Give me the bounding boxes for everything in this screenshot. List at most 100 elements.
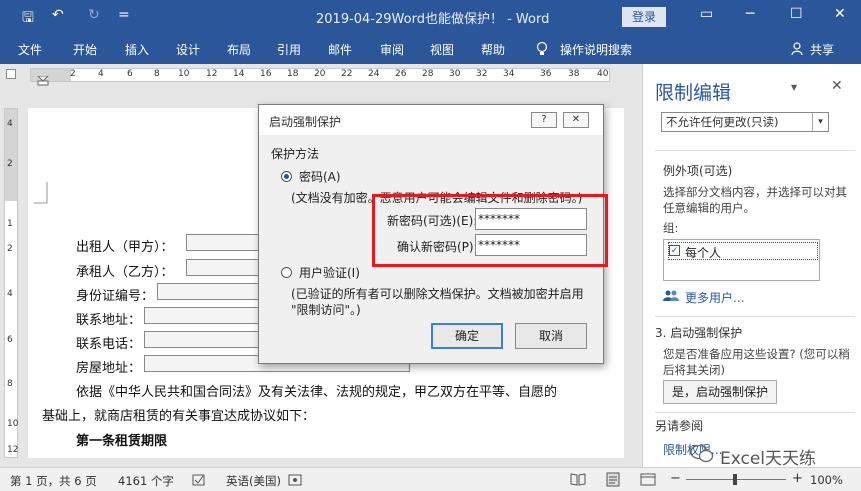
more-users-link[interactable]: 更多用户...	[685, 289, 744, 306]
ruler-tick: 2	[7, 159, 13, 169]
see-also-heading: 另请参阅	[655, 419, 704, 433]
zoom-level[interactable]: 100%	[810, 473, 843, 487]
ruler-tick: 4	[7, 119, 13, 129]
wechat-logo-icon	[690, 444, 714, 463]
page-count[interactable]: 第 1 页，共 6 页	[10, 473, 97, 489]
proofing-icon[interactable]	[192, 474, 206, 486]
ruler-tick: 32	[476, 69, 488, 79]
tab-mailings[interactable]: 邮件	[328, 41, 352, 58]
minimize-icon[interactable]: ─	[746, 6, 754, 22]
tab-file[interactable]: 文件	[18, 41, 42, 58]
undo-icon[interactable]: ↶	[52, 7, 64, 23]
exceptions-text: 选择部分文档内容，并选择可以对其任意编辑的用户。	[663, 185, 847, 215]
tab-layout[interactable]: 布局	[227, 41, 251, 58]
user-auth-option-label[interactable]: 用户验证(I)	[299, 264, 360, 281]
save-icon[interactable]: 🖫	[22, 7, 34, 31]
users-icon	[663, 290, 679, 301]
lessor-label: 出租人（甲方）：	[76, 240, 174, 255]
title-bar: 🖫 ↶ ↻ = 2019-04-29Word也能做保护！ - Word 登录 ▭…	[0, 0, 861, 34]
ruler-tick: 18	[287, 69, 299, 79]
share-button[interactable]: 共享	[810, 41, 834, 58]
lessor-field[interactable]	[186, 234, 266, 251]
vertical-ruler: 4 2 1 2 4 6 8 10 12	[4, 108, 18, 458]
zoom-slider-thumb[interactable]	[733, 474, 737, 485]
tab-review[interactable]: 审阅	[380, 41, 404, 58]
start-enforcing-button[interactable]: 是，启动强制保护	[663, 380, 777, 404]
ruler-tick: 8	[154, 69, 160, 79]
login-button[interactable]: 登录	[622, 7, 666, 27]
ruler-tick: 40	[597, 69, 609, 79]
zoom-in-button[interactable]: +	[792, 471, 803, 486]
house-address-label: 房屋地址：	[76, 361, 142, 376]
ok-button[interactable]: 确定	[431, 323, 503, 349]
redo-icon[interactable]: ↻	[88, 7, 100, 23]
zoom-out-button[interactable]: −	[670, 471, 681, 486]
horizontal-ruler: 2 4 6 8 10 12 14 16 18 20 22 24 26 28 30…	[0, 64, 642, 86]
share-person-icon	[791, 42, 803, 56]
print-layout-icon[interactable]	[605, 472, 621, 487]
id-number-label: 身份证编号：	[76, 289, 155, 304]
language-indicator[interactable]: 英语(美国)	[226, 473, 281, 489]
dialog-close-icon[interactable]: ✕	[563, 112, 589, 128]
window-title: 2019-04-29Word也能做保护！ - Word	[316, 12, 550, 27]
ruler-tick: 26	[395, 69, 407, 79]
web-layout-icon[interactable]	[640, 473, 656, 486]
ruler-tick: 10	[7, 419, 19, 429]
watermark-text: Excel天天练	[720, 449, 817, 469]
tab-selector[interactable]	[6, 69, 16, 79]
crop-mark-icon	[34, 182, 48, 204]
pane-options-icon[interactable]: ▾	[791, 80, 797, 94]
ruler-tick: 14	[233, 69, 245, 79]
tab-design[interactable]: 设计	[176, 41, 200, 58]
dialog-title: 启动强制保护	[269, 115, 342, 129]
ruler-tick: 1	[7, 219, 13, 229]
phone-label: 联系电话：	[76, 337, 142, 352]
tab-help[interactable]: 帮助	[481, 41, 505, 58]
ruler-tick: 20	[314, 69, 326, 79]
ribbon-options-icon[interactable]: ▭	[700, 6, 713, 22]
address-label: 联系地址：	[76, 313, 142, 328]
ruler-tick: 38	[568, 69, 580, 79]
customize-toolbar-icon[interactable]: =	[118, 7, 130, 23]
tab-home[interactable]: 开始	[73, 41, 97, 58]
lessee-label: 承租人（乙方）：	[76, 265, 174, 280]
cancel-button[interactable]: 取消	[515, 323, 587, 349]
tell-me-search[interactable]: 操作说明搜索	[560, 41, 632, 58]
protection-method-heading: 保护方法	[271, 147, 320, 161]
address-field[interactable]	[144, 307, 262, 324]
body-paragraph: 依据《中华人民共和国合同法》及有关法律、法规的规定，甲乙双方在平等、自愿的	[76, 385, 558, 400]
indent-marker-icon[interactable]	[37, 76, 49, 86]
select-value: 不允许任何更改(只读)	[666, 115, 779, 129]
editing-restriction-select[interactable]: 不允许任何更改(只读) ▾	[661, 112, 829, 132]
lessee-field[interactable]	[186, 259, 266, 276]
tab-insert[interactable]: 插入	[125, 41, 149, 58]
pane-close-icon[interactable]: ✕	[831, 78, 843, 94]
pane-title: 限制编辑	[655, 82, 732, 104]
ruler-tick: 12	[206, 69, 218, 79]
word-count[interactable]: 4161 个字	[118, 473, 174, 489]
ruler-tick: 16	[260, 69, 272, 79]
section-heading: 第一条租赁期限	[76, 434, 168, 449]
checkbox-checked-icon[interactable]: ✓	[669, 245, 680, 256]
read-mode-icon[interactable]	[570, 473, 586, 486]
password-option-label[interactable]: 密码(A)	[299, 168, 341, 185]
maximize-icon[interactable]: ☐	[790, 6, 803, 22]
password-radio[interactable]	[281, 171, 292, 182]
close-icon[interactable]: ✕	[834, 6, 846, 22]
ribbon-tabs: 文件 开始 插入 设计 布局 引用 邮件 审阅 视图 帮助 操作说明搜索 共享	[0, 34, 861, 64]
phone-field[interactable]	[144, 331, 262, 348]
ruler-tick: 30	[449, 69, 461, 79]
tab-references[interactable]: 引用	[277, 41, 301, 58]
exceptions-heading: 例外项(可选)	[663, 164, 733, 178]
tab-view[interactable]: 视图	[430, 41, 454, 58]
groups-label: 组:	[663, 221, 679, 235]
macro-record-icon[interactable]	[288, 473, 302, 487]
user-auth-note-2: "限制访问"。)	[291, 303, 361, 317]
groups-list: ✓ 每个人	[663, 239, 820, 281]
user-auth-radio[interactable]	[281, 267, 292, 278]
list-item[interactable]: ✓ 每个人	[668, 242, 818, 260]
help-icon[interactable]: ?	[531, 112, 557, 128]
ruler-tick: 34	[503, 69, 515, 79]
group-item-label: 每个人	[685, 246, 722, 260]
id-number-field[interactable]	[157, 283, 262, 300]
